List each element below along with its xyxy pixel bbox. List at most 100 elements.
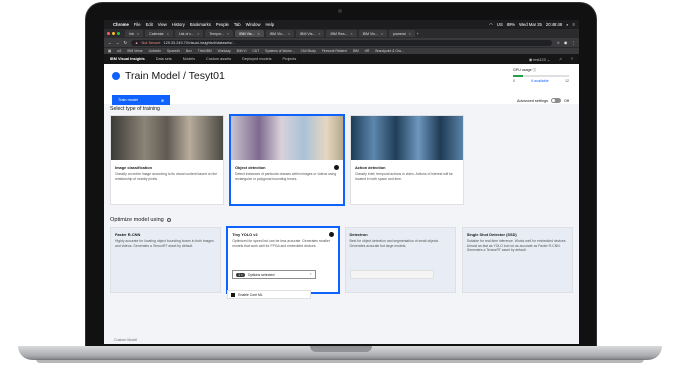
menu-view[interactable]: View — [158, 22, 167, 27]
notification-icon[interactable]: ♫ — [559, 57, 562, 61]
close-tab-icon[interactable]: × — [318, 32, 320, 36]
close-tab-icon[interactable]: × — [409, 32, 411, 36]
tab-label: Tempor... — [209, 31, 225, 36]
address-bar[interactable]: ▲ Not Secure 129.33.249.70/visual-insigh… — [130, 39, 553, 46]
options-dropdown[interactable]: 1 × Options selected ⌃ — [232, 270, 317, 279]
date-display[interactable]: Wed Mar 25 — [519, 22, 542, 27]
tab-active[interactable]: IBM Vis... × — [235, 30, 264, 37]
zoom-window-icon[interactable] — [117, 32, 120, 35]
input-source[interactable]: US — [497, 22, 503, 27]
close-tab-icon[interactable]: × — [288, 32, 290, 36]
tab[interactable]: IBM Vis... × — [358, 30, 387, 37]
close-tab-icon[interactable]: × — [167, 32, 169, 36]
close-tab-icon[interactable]: × — [350, 32, 352, 36]
menu-app-name[interactable]: Chrome — [113, 22, 129, 27]
menu-file[interactable]: File — [134, 22, 141, 27]
search-icon[interactable]: ⌕ — [566, 22, 568, 27]
bookmark[interactable]: Firework Related — [322, 49, 347, 53]
close-tab-icon[interactable]: × — [258, 32, 260, 36]
bookmark[interactable]: Workday — [218, 49, 231, 53]
tab[interactable]: Calendar × — [145, 30, 173, 37]
nav-projects[interactable]: Projects — [283, 57, 297, 61]
selected-count-pill[interactable]: 1 × — [236, 272, 245, 277]
app-brand[interactable]: IBM Visual Insights — [110, 57, 145, 61]
apps-icon[interactable]: ▦ — [108, 49, 111, 53]
bookmark[interactable]: CMi Study — [301, 49, 316, 53]
bookmark[interactable]: LinkedIn — [149, 49, 161, 53]
bookmark[interactable]: Systems of Worke... — [265, 49, 294, 53]
tab[interactable]: IBM Vis... × — [296, 30, 325, 37]
close-tab-icon[interactable]: × — [197, 32, 199, 36]
bookmark[interactable]: Spacedir — [167, 49, 180, 53]
close-tab-icon[interactable]: × — [227, 32, 229, 36]
card-desc: Highly accurate for locating object boun… — [115, 239, 214, 248]
nav-custom-assets[interactable]: Custom assets — [206, 57, 231, 61]
tab[interactable]: IBM Vis... × — [265, 30, 295, 37]
tab[interactable]: List of c... × — [174, 30, 204, 37]
security-label[interactable]: Not Secure — [142, 41, 161, 45]
more-menu-icon[interactable]: ⋮ — [571, 40, 575, 45]
gpu-available-link[interactable]: 6 available — [531, 79, 548, 83]
card-object-detection[interactable]: Object detection Detect instances of par… — [229, 114, 345, 206]
bookmark[interactable]: C&T — [253, 49, 260, 53]
menu-list-icon[interactable]: ≡ — [573, 22, 575, 27]
dropdown-option[interactable]: Enable Core ML — [227, 290, 312, 299]
card-ssd[interactable]: Single Shot Detector (SSD) Suitable for … — [461, 227, 573, 293]
card-detectron[interactable]: Detectron Best for object detection and … — [344, 227, 456, 293]
star-icon[interactable]: ☆ — [556, 40, 559, 45]
new-tab-icon[interactable]: + — [417, 32, 419, 36]
minimize-window-icon[interactable] — [112, 32, 115, 35]
extension-icon[interactable]: ◉ — [564, 40, 567, 45]
close-window-icon[interactable] — [107, 32, 110, 35]
tab[interactable]: powerai × — [388, 30, 415, 37]
dropdown-option-label: Enable Core ML — [238, 292, 263, 297]
battery-level[interactable]: 89% — [507, 22, 515, 27]
tab-label: List of c... — [178, 31, 195, 36]
bookmark[interactable]: Brandpoint & Ora... — [375, 49, 403, 53]
warning-icon[interactable]: ▲ — [135, 41, 139, 45]
card-tiny-yolo[interactable]: Tiny YOLO v2 Optimized for speed but can… — [226, 226, 340, 299]
train-model-button[interactable]: Train model ⊕ — [112, 95, 170, 105]
info-icon[interactable] — [166, 218, 171, 222]
bookmark[interactable]: HR — [365, 49, 370, 53]
menu-history[interactable]: History — [172, 22, 185, 27]
menu-window[interactable]: Window — [246, 22, 261, 27]
card-faster-rcnn[interactable]: Faster R-CNN Highly accurate for locatin… — [110, 227, 222, 293]
bookmark[interactable]: ThinkIBM — [198, 49, 212, 53]
tab[interactable]: Tempor... × — [205, 30, 234, 37]
reload-icon[interactable]: ↻ — [124, 40, 127, 45]
bookmark[interactable]: Box — [186, 49, 192, 53]
room-image — [231, 116, 343, 160]
menu-help[interactable]: Help — [266, 22, 275, 27]
nav-models[interactable]: Models — [183, 57, 195, 61]
menu-edit[interactable]: Edit — [146, 22, 153, 27]
gpu-usage: GPU usage ⓘ 0 6 available 12 — [513, 68, 569, 83]
tab[interactable]: IBM Rea... × — [326, 30, 357, 37]
back-icon[interactable]: ← — [108, 41, 112, 45]
menu-bookmarks[interactable]: Bookmarks — [190, 22, 211, 27]
close-tab-icon[interactable]: × — [381, 32, 383, 36]
card-action-detection[interactable]: Action detection Classify brief, tempora… — [350, 115, 464, 205]
nav-data-sets[interactable]: Data sets — [156, 57, 172, 61]
nav-deployed-models[interactable]: Deployed models — [242, 57, 271, 61]
checkbox-checked[interactable] — [231, 292, 236, 297]
url-text[interactable]: 129.33.249.70/visual-insights/#/datasets… — [164, 41, 236, 45]
forward-icon[interactable]: → — [116, 41, 120, 45]
help-icon[interactable]: ? — [571, 57, 573, 61]
tab-label: IBM Vis... — [362, 31, 378, 36]
advanced-settings-toggle[interactable] — [551, 98, 561, 103]
bookmark[interactable]: IBM — [353, 49, 359, 53]
card-image-classification[interactable]: Image classification Classify an entire … — [110, 115, 224, 205]
time-display[interactable]: 20:48:48 — [546, 22, 562, 27]
tab[interactable]: Inb × — [125, 30, 144, 37]
user-menu[interactable]: ◉ test123 ⌄ — [529, 57, 550, 62]
close-tab-icon[interactable]: × — [137, 32, 139, 36]
wifi-icon[interactable]: ◠ — [489, 22, 493, 27]
browser-toolbar: ← → ↻ ▲ Not Secure 129.33.249.70/visual-… — [104, 38, 579, 47]
card-title: Single Shot Detector (SSD) — [466, 232, 517, 237]
bookmark[interactable]: IBM VI — [237, 49, 247, 53]
menu-people[interactable]: People — [216, 22, 229, 27]
bookmark[interactable]: w3 — [117, 49, 121, 53]
bookmark[interactable]: IBM Verse — [127, 49, 142, 53]
menu-tab[interactable]: Tab — [234, 22, 241, 27]
